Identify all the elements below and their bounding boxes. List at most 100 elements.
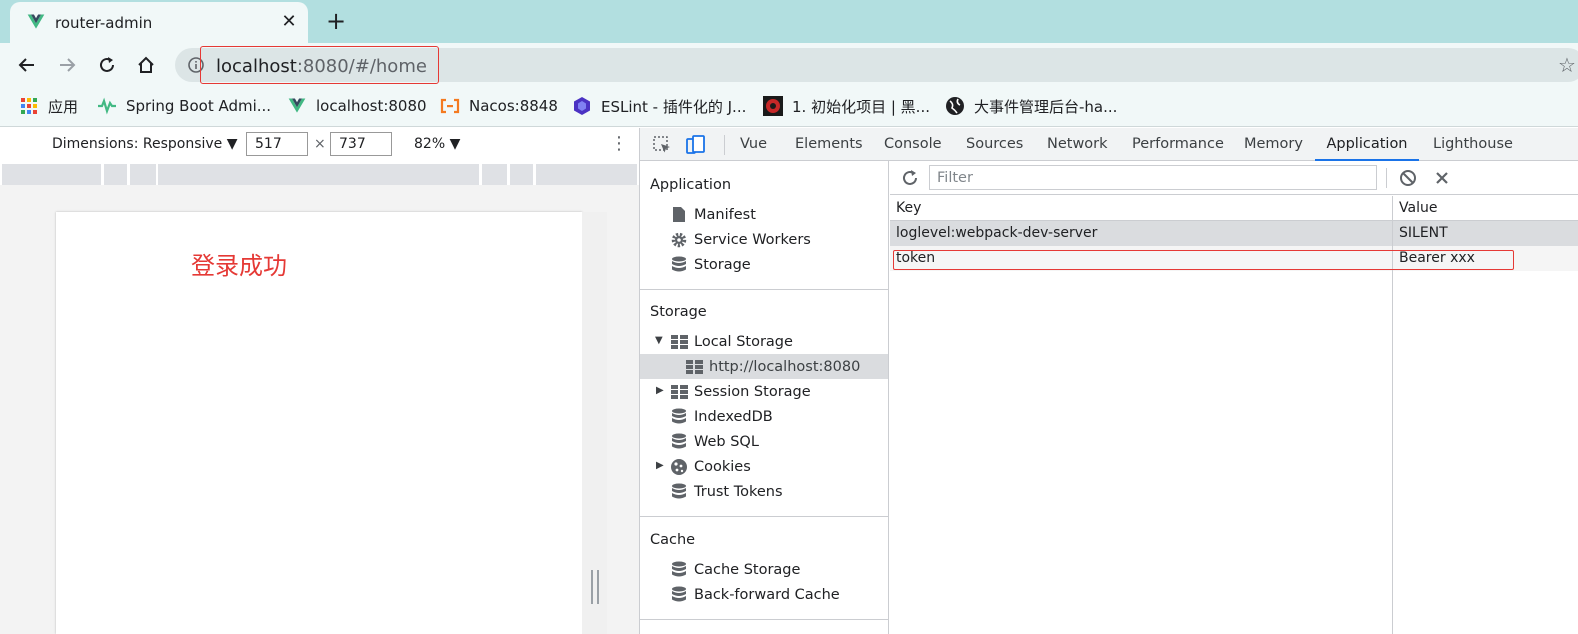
sidebar-item-label: Local Storage (694, 333, 793, 350)
sidebar-item-storage[interactable]: Storage (670, 252, 751, 277)
clear-all-icon[interactable] (1398, 168, 1418, 188)
device-viewport: 登录成功 (56, 212, 582, 634)
device-height-input[interactable] (330, 132, 392, 156)
tab-elements[interactable]: Elements (795, 128, 863, 161)
tab-sources[interactable]: Sources (966, 128, 1023, 161)
bookmark-apps[interactable]: 应用 (19, 95, 78, 117)
device-toolbar: Dimensions: Responsive ▼ × 82% ▼ ⋮ (0, 128, 639, 161)
more-options-icon[interactable]: ⋮ (610, 133, 628, 154)
sidebar-item-label: Session Storage (694, 383, 811, 400)
sidebar-item-label: Web SQL (694, 433, 759, 450)
sidebar-item-label: http://localhost:8080 (709, 358, 861, 375)
bookmark-spring-boot-admin[interactable]: Spring Boot Admi... (97, 95, 271, 117)
database-icon (670, 256, 688, 274)
table-grid-icon (670, 333, 688, 351)
tab-vue[interactable]: Vue (740, 128, 767, 161)
sidebar-item-session-storage[interactable]: Session Storage (670, 379, 811, 404)
sidebar-item-label: Service Workers (694, 231, 811, 248)
spring-boot-admin-icon (97, 96, 117, 116)
storage-main-panel: Key Value loglevel:webpack-dev-server SI… (890, 161, 1578, 634)
device-width-input[interactable] (246, 132, 308, 156)
zoom-select[interactable]: 82% ▼ (414, 136, 460, 152)
database-icon (670, 433, 688, 451)
new-tab-button[interactable]: + (322, 7, 350, 35)
resize-handle[interactable] (591, 570, 599, 604)
sidebar-item-label: Trust Tokens (694, 483, 783, 500)
sidebar-item-web-sql[interactable]: Web SQL (670, 429, 759, 454)
tab-memory[interactable]: Memory (1244, 128, 1303, 161)
forward-arrow-icon[interactable] (53, 51, 81, 79)
bookmark-nacos[interactable]: Nacos:8848 (440, 95, 558, 117)
bookmark-init-project[interactable]: 1. 初始化项目 | 黑... (763, 95, 930, 117)
refresh-icon[interactable] (900, 168, 920, 188)
section-title-cache: Cache (650, 532, 696, 548)
filter-input[interactable] (929, 165, 1377, 190)
collapse-arrow-icon[interactable]: ▶ (656, 385, 664, 396)
address-bar[interactable]: localhost:8080/#/home (175, 46, 1578, 84)
back-arrow-icon[interactable] (13, 51, 41, 79)
sidebar-item-local-storage-origin[interactable]: http://localhost:8080 (640, 354, 888, 379)
reload-icon[interactable] (93, 51, 121, 79)
table-grid-icon (670, 383, 688, 401)
times-sign: × (314, 136, 326, 152)
section-divider (640, 516, 888, 517)
bookmark-label: localhost:8080 (316, 97, 427, 115)
toolbar-separator (1386, 168, 1387, 188)
bookmark-label: ESLint - 插件化的 J... (601, 97, 747, 116)
database-icon (670, 408, 688, 426)
tab-network[interactable]: Network (1047, 128, 1108, 161)
sidebar-item-service-workers[interactable]: Service Workers (670, 227, 811, 252)
bookmark-label: 1. 初始化项目 | 黑... (792, 97, 930, 116)
token-highlight-box (893, 250, 1514, 270)
sidebar-item-cookies[interactable]: Cookies (670, 454, 751, 479)
section-title-application: Application (650, 177, 732, 193)
devtools-panel: Vue Elements Console Sources Network Per… (639, 128, 1578, 634)
expand-arrow-icon[interactable]: ▼ (655, 335, 663, 346)
bookmark-localhost[interactable]: localhost:8080 (287, 95, 427, 117)
browser-tab[interactable]: router-admin ✕ (10, 2, 308, 43)
bookmark-big-event[interactable]: 大事件管理后台-ha... (945, 95, 1117, 117)
ruler-segment[interactable] (2, 164, 101, 185)
sidebar-item-manifest[interactable]: Manifest (670, 202, 756, 227)
browser-toolbar: localhost:8080/#/home (0, 43, 1578, 86)
table-row[interactable]: loglevel:webpack-dev-server SILENT (890, 221, 1578, 246)
sidebar-item-label: Cache Storage (694, 561, 801, 578)
tab-separator (724, 135, 725, 155)
sidebar-item-trust-tokens[interactable]: Trust Tokens (670, 479, 783, 504)
dimensions-select[interactable]: Dimensions: Responsive ▼ (52, 136, 238, 152)
table-grid-icon (685, 358, 703, 376)
bookmark-eslint[interactable]: ESLint - 插件化的 J... (572, 95, 746, 117)
home-icon[interactable] (132, 51, 160, 79)
eslint-icon (572, 96, 592, 116)
bookmark-star-icon[interactable]: ☆ (1558, 53, 1576, 77)
ruler-segment[interactable] (158, 164, 479, 185)
bookmark-label: 应用 (48, 97, 79, 116)
column-header-value[interactable]: Value (1393, 196, 1437, 220)
ruler-segment[interactable] (536, 164, 637, 185)
sidebar-item-local-storage[interactable]: Local Storage (670, 329, 793, 354)
tab-application[interactable]: Application (1315, 128, 1419, 161)
collapse-arrow-icon[interactable]: ▶ (656, 460, 664, 471)
tab-performance[interactable]: Performance (1132, 128, 1224, 161)
gear-icon (670, 231, 688, 249)
delete-selected-icon[interactable] (1432, 168, 1452, 188)
column-header-key[interactable]: Key (890, 196, 921, 220)
ruler-segment[interactable] (510, 164, 533, 185)
tab-console[interactable]: Console (884, 128, 942, 161)
ruler-segment[interactable] (104, 164, 127, 185)
ruler-segment[interactable] (130, 164, 156, 185)
tab-lighthouse[interactable]: Lighthouse (1433, 128, 1513, 161)
browser-window: { "tab": { "title": "router-admin", "fav… (0, 0, 1578, 634)
sidebar-item-back-forward-cache[interactable]: Back-forward Cache (670, 582, 840, 607)
database-icon (670, 561, 688, 579)
inspect-element-icon[interactable] (651, 134, 673, 156)
url-text[interactable]: localhost:8080/#/home (216, 56, 427, 77)
close-tab-icon[interactable]: ✕ (278, 11, 300, 33)
sidebar-item-indexeddb[interactable]: IndexedDB (670, 404, 773, 429)
tab-strip: router-admin ✕ + (0, 0, 1578, 43)
nacos-icon (440, 96, 460, 116)
sidebar-item-label: Storage (694, 256, 751, 273)
sidebar-item-cache-storage[interactable]: Cache Storage (670, 557, 800, 582)
device-toggle-icon[interactable] (684, 134, 706, 156)
ruler-segment[interactable] (482, 164, 507, 185)
